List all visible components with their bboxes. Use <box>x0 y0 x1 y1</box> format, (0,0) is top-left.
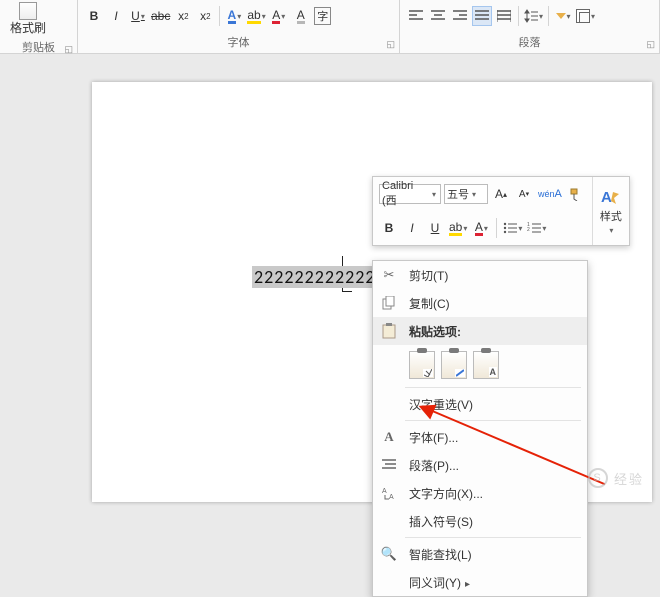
copy-icon <box>379 296 399 310</box>
align-right-button[interactable] <box>450 6 470 26</box>
enclose-char-button[interactable]: 字 <box>313 6 333 26</box>
styles-icon: A <box>601 188 621 206</box>
mini-highlight-button[interactable]: ab▾ <box>448 218 468 238</box>
ctx-paste-options-header: 粘贴选项: <box>373 317 587 345</box>
paste-options-row: A <box>373 345 587 385</box>
format-painter-mini-button[interactable] <box>566 184 586 204</box>
clipboard-group: 格式刷 剪贴板 ◱ <box>0 0 78 53</box>
paragraph-icon <box>379 459 399 471</box>
mini-underline-button[interactable]: U <box>425 218 445 238</box>
font-group: B I U▾ abc x2 x2 A▾ ab▾ A▾ A 字 字体 ◱ <box>78 0 400 53</box>
dialog-launcher-icon[interactable]: ◱ <box>646 39 655 50</box>
phonetic-guide-button[interactable]: wénA <box>537 184 563 204</box>
text-direction-icon: AA <box>379 486 399 500</box>
line-spacing-button[interactable]: ▾ <box>523 6 544 26</box>
mini-numbering-button[interactable]: 12▾ <box>526 218 547 238</box>
bold-button[interactable]: B <box>84 6 104 26</box>
paragraph-group: ▾ ▾ ▾ 段落 ◱ <box>400 0 660 53</box>
ctx-smart-lookup[interactable]: 🔍 智能查找(L) <box>373 540 587 568</box>
italic-button[interactable]: I <box>106 6 126 26</box>
font-color-button[interactable]: A▾ <box>269 6 289 26</box>
format-painter-label: 格式刷 <box>10 22 46 35</box>
dialog-launcher-icon[interactable]: ◱ <box>386 39 395 50</box>
ctx-synonyms[interactable]: 同义词(Y) <box>373 568 587 596</box>
styles-label: 样式 <box>600 208 622 224</box>
paste-merge-button[interactable] <box>441 351 467 379</box>
watermark: S经验 <box>588 468 644 488</box>
ctx-paragraph[interactable]: 段落(P)... <box>373 451 587 479</box>
font-group-label: 字体 ◱ <box>78 32 399 53</box>
mini-bullets-button[interactable]: ▾ <box>502 218 523 238</box>
ctx-text-direction[interactable]: AA 文字方向(X)... <box>373 479 587 507</box>
scissors-icon: ✂ <box>379 267 399 283</box>
ctx-insert-symbol[interactable]: 插入符号(S) <box>373 507 587 535</box>
paste-keep-source-button[interactable] <box>409 351 435 379</box>
paragraph-group-label: 段落 ◱ <box>400 32 659 53</box>
highlight-button[interactable]: ab▾ <box>246 6 266 26</box>
brush-icon <box>19 2 37 20</box>
mini-toolbar: Calibri (西▾ 五号▾ A▴ A▾ wénA B I U ab▾ A▾ … <box>372 176 630 246</box>
paste-text-only-button[interactable]: A <box>473 351 499 379</box>
ctx-cut[interactable]: ✂ 剪切(T) <box>373 261 587 289</box>
superscript-button[interactable]: x2 <box>195 6 215 26</box>
context-menu: ✂ 剪切(T) 复制(C) 粘贴选项: A 汉字重选(V) A 字体(F)... <box>372 260 588 597</box>
search-icon: 🔍 <box>379 546 399 562</box>
mini-bold-button[interactable]: B <box>379 218 399 238</box>
svg-text:2: 2 <box>527 227 530 233</box>
distributed-button[interactable] <box>494 6 514 26</box>
font-name-combo[interactable]: Calibri (西▾ <box>379 184 441 204</box>
align-justify-button[interactable] <box>472 6 492 26</box>
text-effects-button[interactable]: A▾ <box>224 6 244 26</box>
svg-text:A: A <box>382 488 387 495</box>
selected-text[interactable]: 222222222222 <box>252 266 377 288</box>
workspace: 222222222222 Calibri (西▾ 五号▾ A▴ A▾ wénA … <box>0 54 660 504</box>
ctx-copy[interactable]: 复制(C) <box>373 289 587 317</box>
borders-button[interactable]: ▾ <box>575 6 596 26</box>
shrink-font-button[interactable]: A▾ <box>514 184 534 204</box>
subscript-button[interactable]: x2 <box>173 6 193 26</box>
char-shading-button[interactable]: A <box>291 6 311 26</box>
mini-italic-button[interactable]: I <box>402 218 422 238</box>
align-left-button[interactable] <box>406 6 426 26</box>
strikethrough-button[interactable]: abc <box>150 6 171 26</box>
font-size-combo[interactable]: 五号▾ <box>444 184 488 204</box>
ctx-font[interactable]: A 字体(F)... <box>373 423 587 451</box>
align-center-button[interactable] <box>428 6 448 26</box>
styles-button[interactable]: A 样式 ▾ <box>592 177 629 245</box>
underline-button[interactable]: U▾ <box>128 6 148 26</box>
font-a-icon: A <box>379 429 399 445</box>
ribbon: 格式刷 剪贴板 ◱ B I U▾ abc x2 x2 A▾ ab▾ A▾ A 字… <box>0 0 660 54</box>
ctx-hanzi-reselect[interactable]: 汉字重选(V) <box>373 390 587 418</box>
svg-text:A: A <box>601 189 612 206</box>
mini-font-color-button[interactable]: A▾ <box>471 218 491 238</box>
shading-button[interactable]: ▾ <box>553 6 573 26</box>
clipboard-icon <box>379 323 399 339</box>
format-painter-button[interactable]: 格式刷 <box>6 0 50 37</box>
svg-text:A: A <box>389 494 394 500</box>
grow-font-button[interactable]: A▴ <box>491 184 511 204</box>
